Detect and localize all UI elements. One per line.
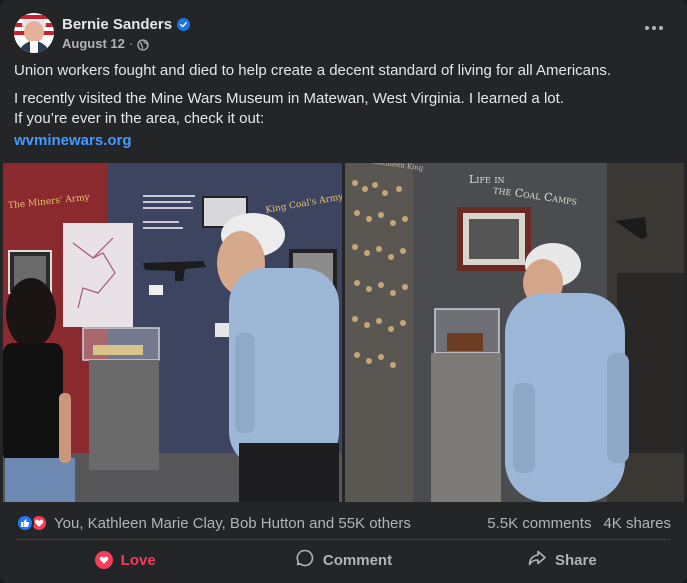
comment-icon — [295, 548, 315, 572]
post-card: Bernie Sanders August 12 · Union workers… — [0, 0, 687, 583]
avatar[interactable] — [14, 13, 54, 53]
globe-icon — [137, 38, 149, 51]
museum-photo-right[interactable]: Life in the Coal Camps Kathleen King — [345, 163, 684, 502]
share-button-label: Share — [554, 551, 597, 569]
reactions-bar: You, Kathleen Marie Clay, Bob Hutton and… — [16, 510, 671, 536]
post-paragraph-2-line-1: I recently visited the Mine Wars Museum … — [14, 90, 564, 107]
post-header: Bernie Sanders August 12 · — [14, 11, 191, 55]
museum-photo-left[interactable]: The Miners' Army King Coal's Army — [3, 163, 342, 502]
date-separator: · — [128, 36, 134, 51]
post-paragraph-2-line-2: If you’re ever in the area, check it out… — [14, 110, 265, 127]
love-icon — [94, 551, 113, 569]
comments-count[interactable]: 5.5K comments — [487, 515, 591, 532]
post-date[interactable]: August 12 — [62, 36, 125, 51]
like-reaction-icon — [16, 514, 34, 532]
post-link[interactable]: wvminewars.org — [14, 132, 132, 149]
photo-grid: The Miners' Army King Coal's Army Life i… — [3, 163, 684, 502]
love-button[interactable]: Love — [16, 542, 234, 578]
reaction-icons[interactable] — [16, 514, 48, 532]
action-bar: Love Comment Share — [16, 542, 671, 578]
comment-button-label: Comment — [322, 551, 393, 569]
comment-button[interactable]: Comment — [234, 542, 452, 578]
love-button-label: Love — [120, 551, 156, 569]
verified-badge-icon — [177, 18, 191, 31]
share-icon — [527, 548, 547, 572]
shares-count[interactable]: 4K shares — [603, 515, 671, 532]
reactors-text[interactable]: You, Kathleen Marie Clay, Bob Hutton and… — [54, 515, 411, 532]
more-options-icon[interactable] — [641, 18, 667, 38]
divider — [16, 539, 671, 540]
share-button[interactable]: Share — [453, 542, 671, 578]
post-paragraph-1: Union workers fought and died to help cr… — [14, 62, 612, 79]
author-name[interactable]: Bernie Sanders — [62, 15, 172, 34]
